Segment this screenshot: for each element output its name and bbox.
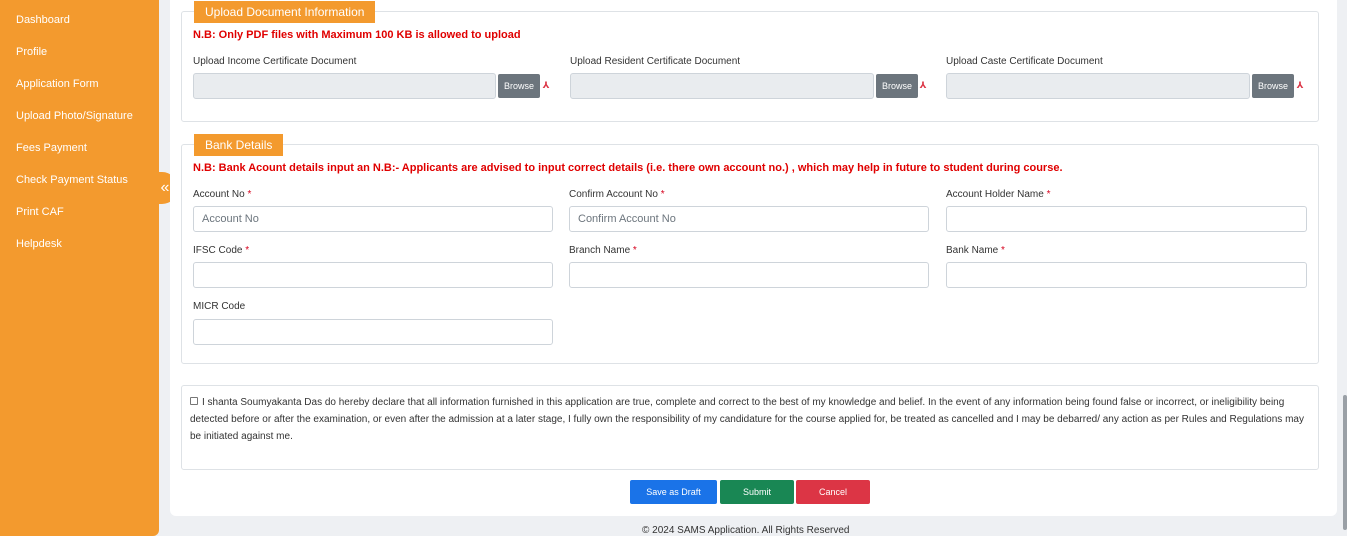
- sidebar-item-fees-payment[interactable]: Fees Payment: [0, 132, 159, 164]
- confirm-account-no-input[interactable]: Confirm Account No: [569, 206, 929, 232]
- resident-certificate-file-input[interactable]: [570, 73, 874, 99]
- bank-note: N.B: Bank Acount details input an N.B:- …: [193, 162, 1063, 174]
- micr-code-input[interactable]: [193, 319, 553, 345]
- pdf-icon: ⅄: [919, 80, 927, 90]
- cancel-button[interactable]: Cancel: [796, 480, 870, 504]
- footer-copyright: © 2024 SAMS Application. All Rights Rese…: [642, 525, 850, 536]
- account-holder-name-label: Account Holder Name *: [946, 189, 1051, 200]
- confirm-account-no-label: Confirm Account No *: [569, 189, 665, 200]
- income-browse-button[interactable]: Browse: [498, 74, 540, 98]
- sidebar-item-helpdesk[interactable]: Helpdesk: [0, 228, 159, 260]
- upload-note: N.B: Only PDF files with Maximum 100 KB …: [193, 29, 521, 41]
- sidebar-item-profile[interactable]: Profile: [0, 36, 159, 68]
- submit-button[interactable]: Submit: [720, 480, 794, 504]
- bank-details-section: Bank Details N.B: Bank Acount details in…: [181, 134, 1319, 364]
- declaration-text: I shanta Soumyakanta Das do hereby decla…: [190, 397, 1304, 442]
- save-draft-button[interactable]: Save as Draft: [630, 480, 717, 504]
- ifsc-code-input[interactable]: [193, 262, 553, 288]
- micr-code-label: MICR Code: [193, 301, 246, 312]
- account-no-input[interactable]: Account No: [193, 206, 553, 232]
- income-certificate-label: Upload Income Certificate Document: [193, 56, 357, 67]
- caste-browse-button[interactable]: Browse: [1252, 74, 1294, 98]
- ifsc-code-label: IFSC Code *: [193, 245, 250, 256]
- resident-certificate-label: Upload Resident Certificate Document: [570, 56, 741, 67]
- branch-name-label: Branch Name *: [569, 245, 637, 256]
- pdf-icon: ⅄: [1296, 80, 1304, 90]
- main-content: Upload Document Information N.B: Only PD…: [170, 0, 1337, 516]
- sidebar-item-upload-photo-signature[interactable]: Upload Photo/Signature: [0, 100, 159, 132]
- sidebar-item-dashboard[interactable]: Dashboard: [0, 4, 159, 36]
- branch-name-input[interactable]: [569, 262, 929, 288]
- upload-document-section: Upload Document Information N.B: Only PD…: [181, 1, 1319, 122]
- account-holder-name-input[interactable]: [946, 206, 1307, 232]
- sidebar-item-check-payment-status[interactable]: Check Payment Status: [0, 164, 159, 196]
- bank-name-input[interactable]: [946, 262, 1307, 288]
- declaration-box: I shanta Soumyakanta Das do hereby decla…: [181, 385, 1319, 470]
- caste-certificate-label: Upload Caste Certificate Document: [946, 56, 1103, 67]
- pdf-icon: ⅄: [542, 80, 550, 90]
- bank-name-label: Bank Name *: [946, 245, 1005, 256]
- caste-certificate-file-input[interactable]: [946, 73, 1250, 99]
- account-no-label: Account No *: [193, 189, 252, 200]
- income-certificate-file-input[interactable]: [193, 73, 496, 99]
- sidebar: Dashboard Profile Application Form Uploa…: [0, 0, 159, 536]
- resident-browse-button[interactable]: Browse: [876, 74, 918, 98]
- sidebar-item-print-caf[interactable]: Print CAF: [0, 196, 159, 228]
- bank-section-legend: Bank Details: [194, 134, 284, 156]
- scrollbar[interactable]: [1343, 395, 1347, 530]
- sidebar-item-application-form[interactable]: Application Form: [0, 68, 159, 100]
- upload-section-legend: Upload Document Information: [194, 1, 376, 23]
